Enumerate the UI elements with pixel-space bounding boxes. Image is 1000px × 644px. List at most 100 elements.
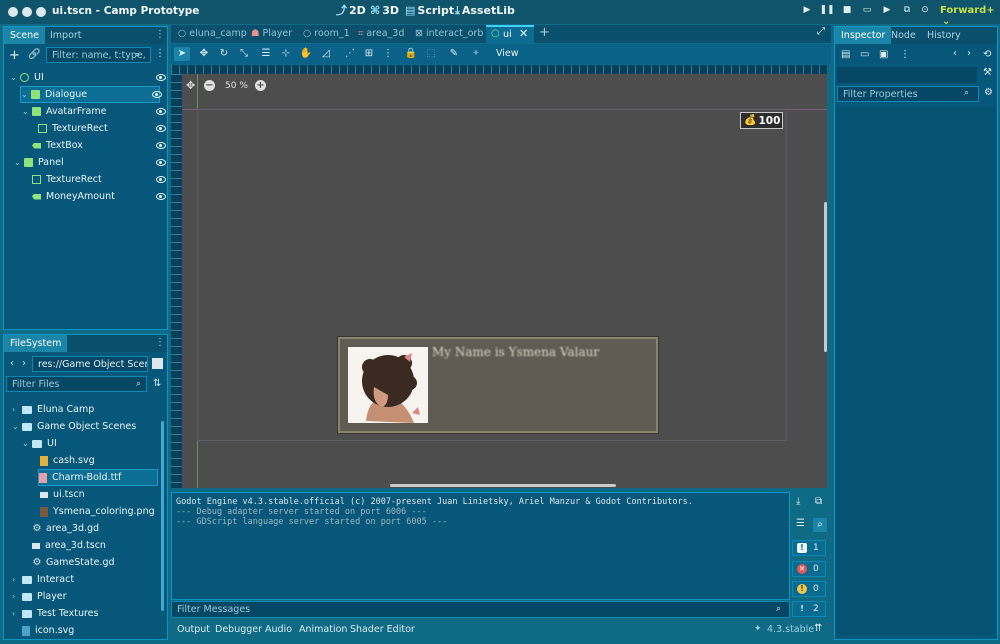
filter-info-toggle[interactable]: ǃ2 bbox=[792, 601, 826, 617]
group-button[interactable]: ⬚ bbox=[423, 47, 439, 61]
tree-row-texturerect-2[interactable]: TextureRect bbox=[32, 171, 168, 188]
fs-item[interactable]: ⚙ GameState.gd bbox=[32, 554, 158, 571]
fs-item[interactable]: ⌄ UI bbox=[22, 435, 164, 452]
object-history-icon[interactable]: ⟲ bbox=[983, 50, 991, 60]
distraction-free-icon[interactable]: ⤢ bbox=[817, 27, 825, 37]
visibility-eye-icon[interactable] bbox=[156, 142, 166, 149]
fs-item[interactable]: › Eluna Camp bbox=[12, 401, 154, 418]
inspector-filter-menu-icon[interactable]: ⚙ bbox=[984, 88, 993, 98]
scene-menu-icon[interactable]: ⋮ bbox=[155, 49, 165, 59]
visibility-eye-icon[interactable] bbox=[156, 159, 166, 166]
open-folder-icon[interactable]: ▭ bbox=[860, 50, 869, 60]
link-icon[interactable]: 🔗 bbox=[28, 50, 40, 60]
pivot-tool-button[interactable]: ⊹ bbox=[278, 47, 294, 61]
bottom-tab-debugger[interactable]: Debugger bbox=[215, 624, 262, 635]
visibility-eye-icon[interactable] bbox=[156, 193, 166, 200]
path-field[interactable]: res://Game Object Scenes/ bbox=[32, 356, 148, 372]
add-node-icon[interactable]: + bbox=[9, 49, 20, 62]
history-forward-icon[interactable]: › bbox=[967, 49, 971, 59]
view-menu[interactable]: View bbox=[496, 48, 519, 59]
grid-snap-button[interactable]: ⊞ bbox=[361, 47, 377, 61]
close-window-button[interactable] bbox=[8, 7, 18, 17]
visibility-eye-icon[interactable] bbox=[156, 125, 166, 132]
tab-import[interactable]: Import bbox=[44, 27, 88, 44]
editor-tab-room1[interactable]: ○ room_1 bbox=[303, 28, 350, 43]
tree-row-avatarframe[interactable]: ⌄ AvatarFrame bbox=[22, 103, 168, 120]
fs-item-selected[interactable]: Charm-Bold.ttf bbox=[38, 469, 158, 486]
chevron-right-icon[interactable]: › bbox=[12, 609, 22, 618]
close-icon[interactable]: ✕ bbox=[519, 28, 528, 39]
canvas-viewport[interactable]: ✥ − 50 % + 💰 100 My Name is Ysmena Valau… bbox=[182, 74, 827, 488]
tree-row-moneyamount[interactable]: MoneyAmount bbox=[32, 188, 168, 205]
play-custom-scene-button[interactable]: ⧉ bbox=[899, 5, 915, 19]
split-mode-icon[interactable] bbox=[152, 358, 163, 369]
bottom-tab-output[interactable]: Output bbox=[177, 624, 210, 635]
chevron-down-icon[interactable]: ⌄ bbox=[10, 73, 20, 82]
bottom-tab-animation[interactable]: Animation bbox=[299, 624, 347, 635]
tree-row-panel[interactable]: ⌄ Panel bbox=[14, 154, 168, 171]
fs-item[interactable]: area_3d.tscn bbox=[32, 537, 158, 554]
tab-filesystem[interactable]: FileSystem bbox=[4, 335, 68, 352]
smart-snap-button[interactable]: ⋰ bbox=[342, 47, 358, 61]
fs-item[interactable]: Ysmena_coloring.png bbox=[40, 503, 158, 520]
bottom-tab-shader-editor[interactable]: Shader Editor bbox=[350, 624, 415, 635]
inspector-menu-icon[interactable]: ⋮ bbox=[900, 50, 910, 60]
zoom-out-icon[interactable]: − bbox=[204, 80, 215, 91]
play-scene-button[interactable]: ▶ bbox=[879, 5, 895, 19]
chevron-right-icon[interactable]: › bbox=[12, 405, 22, 414]
scale-tool-button[interactable]: ⤡ bbox=[236, 47, 252, 61]
center-view-icon[interactable]: ✥ bbox=[186, 80, 195, 91]
move-tool-button[interactable]: ✥ bbox=[196, 47, 212, 61]
forward-icon[interactable]: › bbox=[22, 359, 26, 369]
lock-button[interactable]: 🔒 bbox=[403, 47, 419, 61]
search-log-icon[interactable]: ⌕ bbox=[813, 518, 827, 532]
expand-panel-icon[interactable]: ⇈ bbox=[814, 624, 822, 634]
object-selector[interactable] bbox=[837, 67, 977, 83]
clear-log-icon[interactable]: ⤓ bbox=[796, 497, 800, 507]
snap-options-button[interactable]: ⋮ bbox=[380, 47, 396, 61]
fs-item[interactable]: › Interact bbox=[12, 571, 154, 588]
mode-2d-button[interactable]: ⤴ 2D bbox=[336, 4, 366, 17]
sort-icon[interactable]: ⇅ bbox=[153, 379, 161, 389]
skeleton-button[interactable]: ✎ bbox=[446, 47, 462, 61]
dock-menu-icon[interactable]: ⋮ bbox=[155, 30, 165, 40]
vertical-scrollbar[interactable] bbox=[824, 202, 827, 352]
history-back-icon[interactable]: ‹ bbox=[953, 49, 957, 59]
bottom-tab-audio[interactable]: Audio bbox=[265, 624, 292, 635]
stop-button[interactable]: ■ bbox=[839, 5, 855, 19]
chevron-down-icon[interactable]: ⌄ bbox=[22, 439, 32, 448]
chevron-down-icon[interactable]: ⌄ bbox=[21, 90, 31, 99]
filter-properties-input[interactable]: Filter Properties bbox=[837, 86, 979, 102]
remote-debug-button[interactable]: ▭ bbox=[859, 5, 875, 19]
mode-script-button[interactable]: ▤ Script bbox=[405, 4, 454, 17]
pan-tool-button[interactable]: ✋ bbox=[298, 47, 314, 61]
fs-item[interactable]: cash.svg bbox=[40, 452, 158, 469]
fs-item[interactable]: › Test Textures bbox=[12, 605, 154, 622]
chevron-right-icon[interactable]: › bbox=[12, 592, 22, 601]
chevron-down-icon[interactable]: ⌄ bbox=[14, 158, 24, 167]
tab-inspector[interactable]: Inspector bbox=[835, 27, 892, 44]
save-icon[interactable]: ▣ bbox=[879, 50, 888, 60]
back-icon[interactable]: ‹ bbox=[10, 359, 14, 369]
fs-item[interactable]: ⌄ Game Object Scenes bbox=[12, 418, 154, 435]
mode-assetlib-button[interactable]: ⤓ AssetLib bbox=[455, 4, 515, 17]
fs-item[interactable]: ui.tscn bbox=[40, 486, 158, 503]
new-resource-icon[interactable]: ▤ bbox=[841, 50, 850, 60]
add-tab-icon[interactable]: + bbox=[539, 26, 550, 39]
editor-tab-player[interactable]: ☗ Player bbox=[251, 28, 292, 43]
fs-item[interactable]: › Player bbox=[12, 588, 154, 605]
filter-messages-toggle[interactable]: ! 1 bbox=[792, 540, 826, 556]
dock-menu-icon[interactable]: ⋮ bbox=[155, 338, 165, 348]
renderer-select[interactable]: Forward+⌄ bbox=[940, 5, 1000, 27]
editor-tab-interact-orb[interactable]: ⊠ interact_orb bbox=[415, 28, 483, 43]
chevron-down-icon[interactable]: ⌄ bbox=[22, 107, 32, 116]
visibility-eye-icon[interactable] bbox=[156, 176, 166, 183]
minimize-window-button[interactable] bbox=[22, 7, 32, 17]
play-button[interactable]: ▶ bbox=[799, 5, 815, 19]
collapse-log-icon[interactable]: ☰ bbox=[796, 519, 805, 529]
fs-item[interactable]: ⚙ area_3d.gd bbox=[32, 520, 158, 537]
select-tool-button[interactable]: ➤ bbox=[174, 47, 190, 61]
list-select-button[interactable]: ☰ bbox=[258, 47, 274, 61]
visibility-eye-icon[interactable] bbox=[156, 74, 166, 81]
tab-history[interactable]: History bbox=[921, 27, 967, 44]
